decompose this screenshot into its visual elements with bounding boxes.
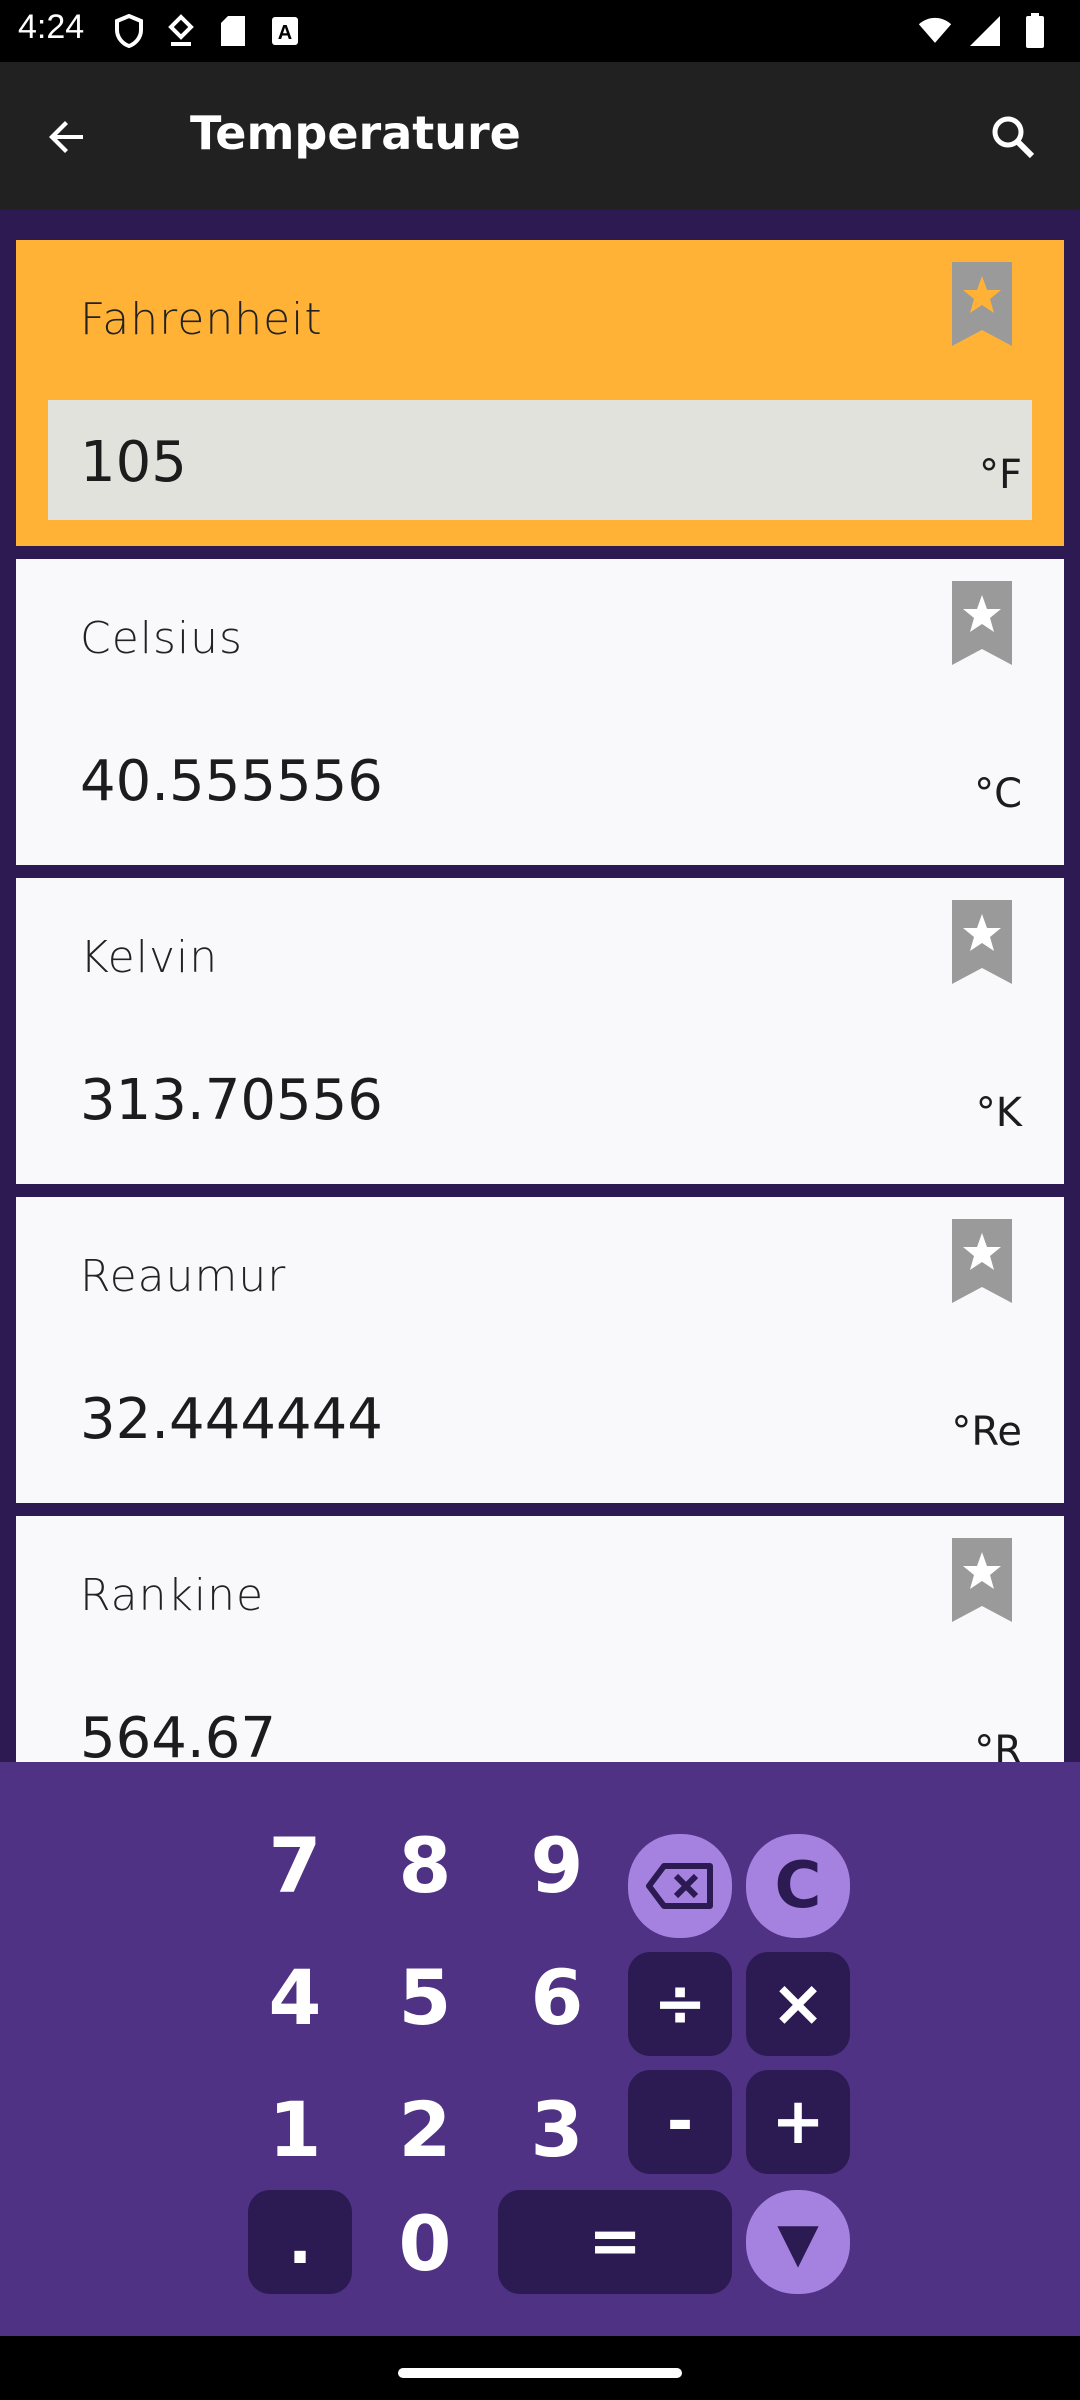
key-4[interactable]: 4 xyxy=(240,1942,350,2052)
status-bar: 4:24 A xyxy=(0,0,1080,62)
system-icons xyxy=(918,12,1052,50)
unit-name: Reaumur xyxy=(80,1251,287,1302)
unit-list: Fahrenheit 105 °F Celsius 40.555556 °C K… xyxy=(0,210,1080,1762)
sd-card-icon xyxy=(216,12,250,50)
key-3[interactable]: 3 xyxy=(502,2074,612,2184)
unit-symbol: °Re xyxy=(951,1409,1022,1455)
key-6[interactable]: 6 xyxy=(502,1942,612,2052)
collapse-keypad-button[interactable]: ▼ xyxy=(746,2190,850,2294)
unit-card-celsius[interactable]: Celsius 40.555556 °C xyxy=(16,559,1064,865)
download-icon xyxy=(164,12,198,50)
bookmark-button[interactable] xyxy=(952,262,1012,346)
unit-symbol: °F xyxy=(978,452,1022,498)
wifi-icon xyxy=(918,12,952,50)
unit-symbol: °C xyxy=(974,771,1022,817)
equals-button[interactable]: = xyxy=(498,2190,732,2294)
unit-name: Kelvin xyxy=(80,932,219,983)
key-1[interactable]: 1 xyxy=(240,2074,350,2184)
backspace-button[interactable] xyxy=(628,1834,732,1938)
bookmark-star-icon xyxy=(952,900,1012,984)
multiply-button[interactable]: × xyxy=(746,1952,850,2056)
unit-card-rankine[interactable]: Rankine 564.67 °R xyxy=(16,1516,1064,1762)
unit-value: 564.67 xyxy=(80,1706,276,1762)
value-field[interactable]: 564.67 °R xyxy=(48,1676,1032,1762)
unit-card-fahrenheit[interactable]: Fahrenheit 105 °F xyxy=(16,240,1064,546)
value-field[interactable]: 32.444444 °Re xyxy=(48,1357,1032,1477)
back-button[interactable] xyxy=(34,104,100,170)
bookmark-star-icon xyxy=(952,581,1012,665)
key-5[interactable]: 5 xyxy=(370,1942,480,2052)
signal-icon xyxy=(968,12,1002,50)
bookmark-star-icon xyxy=(952,1538,1012,1622)
search-button[interactable] xyxy=(980,104,1046,170)
bookmark-star-icon xyxy=(952,262,1012,346)
key-7[interactable]: 7 xyxy=(240,1810,350,1920)
clear-button[interactable]: C xyxy=(746,1834,850,1938)
key-8[interactable]: 8 xyxy=(370,1810,480,1920)
unit-name: Fahrenheit xyxy=(80,294,323,345)
backspace-icon xyxy=(646,1863,713,1909)
shield-icon xyxy=(112,12,146,50)
search-icon xyxy=(992,116,1035,159)
navigation-bar xyxy=(0,2336,1080,2400)
unit-value: 40.555556 xyxy=(80,749,383,814)
unit-symbol: °K xyxy=(975,1090,1022,1136)
svg-text:A: A xyxy=(278,22,292,44)
home-gesture-handle[interactable] xyxy=(398,2368,682,2378)
bookmark-button[interactable] xyxy=(952,1219,1012,1303)
bookmark-button[interactable] xyxy=(952,581,1012,665)
decimal-button[interactable]: . xyxy=(248,2190,352,2294)
unit-value: 313.70556 xyxy=(80,1068,383,1133)
back-arrow-icon xyxy=(49,121,83,153)
plus-button[interactable]: + xyxy=(746,2070,850,2174)
key-0[interactable]: 0 xyxy=(370,2188,480,2298)
notification-icons: A xyxy=(112,12,302,50)
unit-value: 32.444444 xyxy=(80,1387,383,1452)
calculator-keypad: 7 8 9 C 4 5 6 ÷ × 1 2 3 - + . 0 = ▼ xyxy=(0,1762,1080,2336)
value-field[interactable]: 40.555556 °C xyxy=(48,719,1032,839)
key-9[interactable]: 9 xyxy=(502,1810,612,1920)
unit-name: Celsius xyxy=(80,613,243,664)
bookmark-button[interactable] xyxy=(952,900,1012,984)
unit-value: 105 xyxy=(80,430,187,495)
unit-name: Rankine xyxy=(80,1570,265,1621)
value-field[interactable]: 313.70556 °K xyxy=(48,1038,1032,1158)
page-title: Temperature xyxy=(190,106,521,160)
app-bar: Temperature xyxy=(0,62,1080,210)
divide-button[interactable]: ÷ xyxy=(628,1952,732,2056)
status-time: 4:24 xyxy=(18,8,85,46)
key-2[interactable]: 2 xyxy=(370,2074,480,2184)
font-icon: A xyxy=(268,12,302,50)
bookmark-button[interactable] xyxy=(952,1538,1012,1622)
value-input[interactable]: 105 °F xyxy=(48,400,1032,520)
bookmark-star-icon xyxy=(952,1219,1012,1303)
minus-button[interactable]: - xyxy=(628,2070,732,2174)
unit-card-kelvin[interactable]: Kelvin 313.70556 °K xyxy=(16,878,1064,1184)
battery-icon xyxy=(1018,12,1052,50)
unit-symbol: °R xyxy=(974,1728,1022,1762)
unit-card-reaumur[interactable]: Reaumur 32.444444 °Re xyxy=(16,1197,1064,1503)
